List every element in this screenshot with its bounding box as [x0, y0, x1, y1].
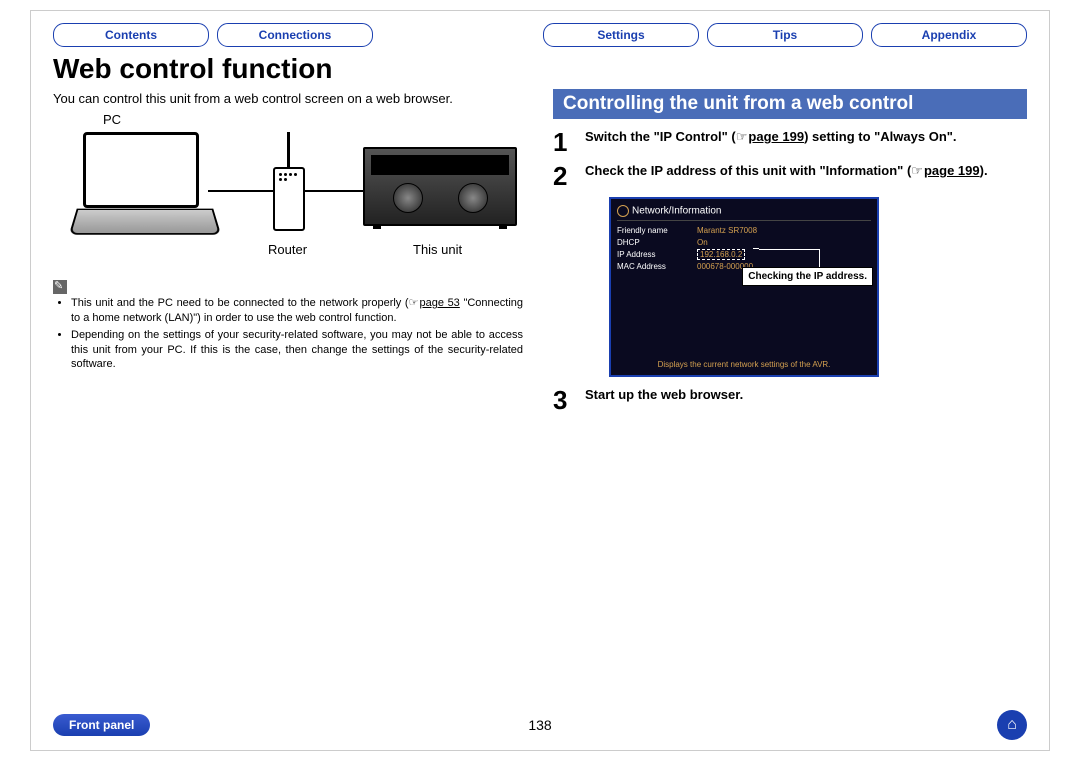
step-3: 3 Start up the web browser. [553, 387, 1027, 413]
page-title: Web control function [53, 53, 1027, 85]
page-number: 138 [528, 717, 551, 733]
ip-highlight: 192.168.0.2 [697, 249, 745, 260]
label-unit: This unit [413, 242, 462, 257]
intro-text: You can control this unit from a web con… [53, 91, 523, 106]
home-button[interactable]: ⌂ [997, 710, 1027, 740]
link-page53[interactable]: page 53 [419, 297, 459, 309]
tab-connections[interactable]: Connections [217, 23, 373, 47]
link-page199-b[interactable]: page 199 [924, 163, 980, 178]
label-pc: PC [103, 112, 121, 127]
note-icon [53, 280, 67, 294]
link-page199-a[interactable]: page 199 [748, 129, 804, 144]
note-2: Depending on the settings of your securi… [71, 328, 523, 373]
laptop-icon [73, 132, 213, 242]
step-2: 2 Check the IP address of this unit with… [553, 163, 1027, 189]
nav-tabs: Contents Connections Settings Tips Appen… [53, 23, 1027, 47]
tab-tips[interactable]: Tips [707, 23, 863, 47]
ip-callout: Checking the IP address. [742, 267, 873, 286]
router-icon [273, 132, 303, 242]
label-router: Router [268, 242, 307, 257]
step-1: 1 Switch the "IP Control" (page 199) set… [553, 129, 1027, 155]
osd-caption: Displays the current network settings of… [611, 360, 877, 369]
section-heading: Controlling the unit from a web control [553, 89, 1027, 119]
tab-appendix[interactable]: Appendix [871, 23, 1027, 47]
tab-settings[interactable]: Settings [543, 23, 699, 47]
globe-icon [617, 205, 629, 217]
note-block: This unit and the PC need to be connecte… [53, 280, 523, 372]
tab-contents[interactable]: Contents [53, 23, 209, 47]
note-1: This unit and the PC need to be connecte… [71, 296, 523, 326]
front-panel-button[interactable]: Front panel [53, 714, 150, 736]
osd-screenshot: Network/Information Friendly nameMarantz… [609, 197, 879, 377]
connection-diagram: PC Router This unit [53, 112, 513, 272]
home-icon: ⌂ [1007, 716, 1017, 734]
avr-unit-icon [363, 147, 517, 226]
tab-playback-blank [381, 23, 535, 45]
